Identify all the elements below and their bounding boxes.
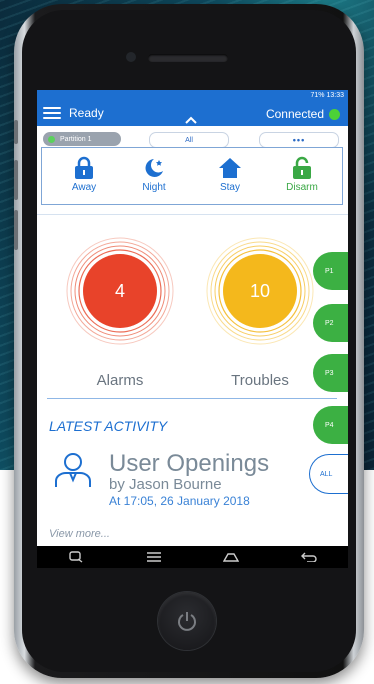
phone-mute-switch: [14, 120, 18, 144]
connection-status: Connected: [266, 107, 340, 121]
partition-all-label: All: [185, 136, 193, 144]
power-button[interactable]: [158, 592, 216, 650]
earpiece-speaker: [148, 54, 228, 62]
alarms-label: Alarms: [96, 372, 144, 389]
house-icon: [219, 158, 241, 178]
moon-stars-icon: [145, 159, 163, 177]
partition-all-pill[interactable]: All: [149, 132, 229, 148]
user-icon: [55, 453, 91, 487]
activity-timestamp: At 17:05, 26 January 2018: [109, 494, 250, 508]
activity-user: by Jason Bourne: [109, 476, 222, 493]
system-status: Ready: [69, 106, 104, 120]
app-header: Ready Connected: [37, 100, 348, 126]
android-nav-bar: [37, 546, 348, 568]
back-icon[interactable]: [298, 549, 320, 565]
home-icon[interactable]: [220, 549, 242, 565]
status-bar-text: 71% 13:33: [310, 91, 344, 99]
partition-1-label: Partition 1: [60, 135, 92, 143]
troubles-counter[interactable]: 10: [205, 236, 315, 346]
activity-divider: [47, 398, 337, 399]
disarm-button[interactable]: Disarm: [272, 156, 332, 202]
partition-1-pill[interactable]: Partition 1: [43, 132, 121, 146]
all-label: ALL: [320, 470, 333, 478]
latest-activity-heading: LATEST ACTIVITY: [49, 418, 168, 434]
away-button[interactable]: Away: [54, 156, 114, 202]
menu-lines-icon[interactable]: [143, 549, 165, 565]
status-bar: 71% 13:33: [37, 90, 348, 100]
partition-tab-p3[interactable]: P3: [313, 354, 348, 392]
partition-selector: Partition 1 All •••: [37, 126, 348, 148]
power-icon: [178, 612, 196, 631]
p1-label: P1: [325, 267, 334, 275]
stay-button[interactable]: Stay: [200, 156, 260, 202]
arm-mode-panel: Away Night Stay Disarm: [41, 147, 343, 205]
app-screen: 71% 13:33 Ready Connected Partition 1 Al…: [37, 90, 348, 546]
away-label: Away: [71, 182, 97, 193]
troubles-count: 10: [249, 280, 271, 301]
night-label: Night: [142, 182, 166, 193]
connection-label: Connected: [265, 107, 324, 121]
disarm-label: Disarm: [286, 182, 318, 193]
alarms-counter[interactable]: 4: [65, 236, 175, 346]
alarms-count: 4: [114, 280, 125, 301]
activity-title: User Openings: [109, 450, 270, 477]
partition-tab-p4[interactable]: P4: [313, 406, 348, 444]
night-button[interactable]: Night: [124, 156, 184, 202]
phone-volume-down: [14, 210, 18, 250]
unlock-icon: [293, 156, 311, 179]
more-dots-icon: •••: [292, 135, 306, 145]
partition-more-pill[interactable]: •••: [259, 132, 339, 148]
partition-tab-p2[interactable]: P2: [313, 304, 348, 342]
search-icon[interactable]: [65, 549, 87, 565]
front-camera: [126, 52, 136, 62]
troubles-label: Troubles: [231, 372, 289, 389]
stay-label: Stay: [219, 182, 240, 193]
p2-label: P2: [325, 319, 334, 327]
p3-label: P3: [325, 369, 334, 377]
menu-icon[interactable]: [43, 107, 61, 119]
partition-status-dot: [48, 135, 55, 143]
partition-tab-p1[interactable]: P1: [313, 252, 348, 290]
phone-volume-up: [14, 160, 18, 200]
divider: [37, 214, 348, 215]
all-activity-button[interactable]: ALL: [309, 454, 348, 494]
view-more-link[interactable]: View more...: [49, 528, 110, 540]
p4-label: P4: [325, 421, 334, 429]
lock-icon: [75, 156, 93, 179]
connection-indicator: [329, 108, 340, 120]
